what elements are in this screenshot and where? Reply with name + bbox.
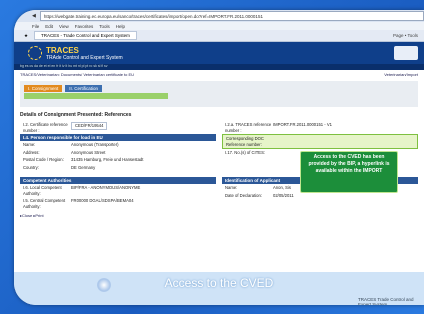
- authorities-head: Competent Authorities: [20, 177, 216, 184]
- back-icon[interactable]: ◀: [32, 13, 36, 19]
- ched-ref-link[interactable]: [274, 136, 414, 147]
- step-subtabs[interactable]: [24, 93, 168, 99]
- person-name-label: Name:: [23, 142, 36, 147]
- address-bar[interactable]: https://webgate.training.ec.europa.eu/sa…: [39, 11, 424, 21]
- cites-label: I.17. No.(s) of CITES:: [225, 150, 266, 155]
- logo-emblem-icon: [394, 46, 418, 60]
- menu-file[interactable]: File: [32, 24, 39, 29]
- central-authority-value: FR00000 DGAL/SDSPA/BEMA04: [71, 198, 134, 203]
- step-area: I. Consignment II. Certification: [20, 81, 418, 107]
- footer-note: TRACES Trade Control and Expert System: [358, 297, 414, 305]
- browser-titlebar: ◀ https://webgate.training.ec.europa.eu/…: [14, 10, 424, 22]
- local-authority-value: BIP/FRA - ANONYMOUS/ANONYME: [71, 185, 141, 190]
- person-postal-label: Postal Code / Region:: [23, 157, 64, 162]
- ched-link-row[interactable]: Corresponding DOC Reference number:: [222, 134, 418, 149]
- applicant-name-label: Name:: [225, 185, 238, 190]
- ched-ref-label: Corresponding DOC Reference number:: [226, 136, 264, 147]
- cert-ref-label: I.2. Certificate reference number :: [23, 122, 68, 133]
- toolbar-right[interactable]: Page • Tools: [393, 33, 424, 38]
- browser-menubar: File Edit View Favorites Tools Help: [14, 22, 424, 30]
- menu-favorites[interactable]: Favorites: [75, 24, 94, 29]
- person-postal-value: 31435 Hamburg, Freie und Hansestadt: [71, 157, 144, 162]
- menu-edit[interactable]: Edit: [45, 24, 53, 29]
- breadcrumb-left: TRACES/Veterinarian: Documents/ Veterina…: [20, 72, 135, 77]
- breadcrumb: TRACES/Veterinarian: Documents/ Veterina…: [14, 70, 424, 79]
- traces-ref-label: I.2.a. TRACES reference number :: [225, 122, 272, 133]
- person-address-label: Address:: [23, 149, 40, 155]
- tab-consignment[interactable]: I. Consignment: [24, 85, 63, 92]
- person-panel-head: I.4. Person responsible for load in EU: [20, 134, 216, 141]
- declaration-date-label: Date of Declaration:: [225, 192, 263, 198]
- section-title: Details of Consignment Presented: Refere…: [20, 112, 132, 118]
- slide-background: ◀ https://webgate.training.ec.europa.eu/…: [0, 0, 424, 314]
- traces-banner: TRACES TRAde Control and Expert System: [14, 42, 424, 64]
- url-text: https://webgate.training.ec.europa.eu/sa…: [43, 13, 263, 19]
- banner-title: TRACES: [46, 45, 79, 55]
- banner-subtitle: TRAde Control and Expert System: [46, 54, 123, 61]
- traces-ref-value: IMPORT.FR.2011.0000151 - V1: [273, 122, 332, 127]
- page-links[interactable]: ▸Close ▸Print: [14, 210, 424, 221]
- menu-view[interactable]: View: [59, 24, 69, 29]
- slide-caption: Access to the CVED: [164, 276, 274, 290]
- declaration-date-value: 02/05/2011: [273, 192, 294, 198]
- central-authority-label: I.5. Central Competent Authority:: [23, 198, 66, 209]
- person-address-value: Anonymous Street: [71, 149, 106, 155]
- person-country-value: DE Germany: [71, 164, 96, 170]
- person-name-value: Anonymous (Transporter): [71, 142, 119, 147]
- local-authority-label: I.6. Local Competent Authority:: [23, 185, 62, 196]
- browser-tab[interactable]: TRACES - Trade Control and Expert System: [34, 31, 137, 40]
- tab-certification[interactable]: II. Certification: [65, 85, 103, 92]
- menu-tools[interactable]: Tools: [99, 24, 110, 29]
- cert-ref-value: CED/FR/19544: [71, 122, 108, 130]
- breadcrumb-right[interactable]: Veterinarian/Import: [384, 72, 418, 77]
- browser-tabbar: ★ TRACES - Trade Control and Expert Syst…: [14, 30, 424, 42]
- eu-flag-icon: [28, 46, 42, 60]
- favorites-star-icon[interactable]: ★: [24, 33, 28, 39]
- person-country-label: Country:: [23, 164, 39, 170]
- menu-help[interactable]: Help: [116, 24, 125, 29]
- callout-note: Access to the CVED has been provided by …: [300, 151, 398, 193]
